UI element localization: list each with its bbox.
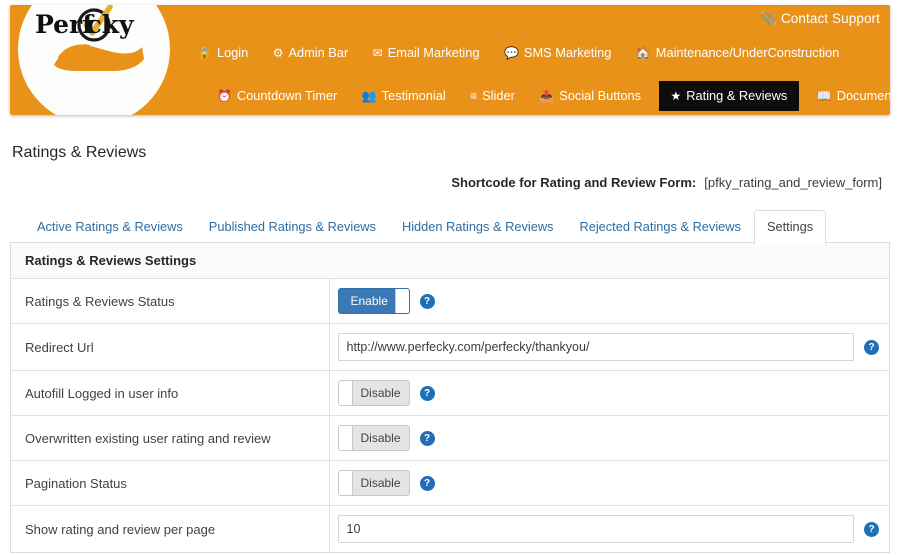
- help-icon[interactable]: ?: [864, 340, 879, 355]
- settings-section-header: Ratings & Reviews Settings: [11, 243, 889, 279]
- nav-item-label: SMS Marketing: [524, 45, 611, 60]
- toggle-knob: [339, 426, 353, 450]
- tab-bar: Active Ratings & ReviewsPublished Rating…: [10, 210, 890, 243]
- row-control-ratings-status: Enable ?: [329, 279, 889, 324]
- settings-section-title: Ratings & Reviews Settings: [11, 243, 889, 279]
- row-control-overwrite-existing: Disable ?: [329, 416, 889, 461]
- row-label-per-page: Show rating and review per page: [11, 506, 329, 553]
- row-control-per-page: ?: [329, 506, 889, 553]
- nav-item-login[interactable]: 🔒 Login: [190, 41, 255, 65]
- home-icon: 🏠: [636, 45, 651, 61]
- help-icon[interactable]: ?: [864, 522, 879, 537]
- sliders-icon: ≡: [470, 88, 477, 104]
- star-icon: ★: [671, 88, 682, 104]
- nav-item-label: Login: [217, 45, 248, 60]
- help-icon[interactable]: ?: [420, 386, 435, 401]
- paperclip-icon: 📎: [760, 11, 777, 26]
- page-root: Perfcky 📎 Contact Support 🔒 Login ⚙ Admin B…: [0, 5, 900, 555]
- nav-row-secondary: ⏰ Countdown Timer 👥 Testimonial ≡ Slider 📤 S…: [210, 81, 882, 111]
- help-icon[interactable]: ?: [420, 294, 435, 309]
- svg-text:Perfcky: Perfcky: [35, 10, 135, 39]
- nav-item-maintenance[interactable]: 🏠 Maintenance/UnderConstruction: [629, 41, 846, 65]
- toggle-autofill-logged-in-user-info[interactable]: Disable: [338, 380, 410, 406]
- nav-item-label: Testimonial: [382, 88, 446, 103]
- nav-row-primary: 🔒 Login ⚙ Admin Bar ✉ Email Marketing 💬 SMS …: [190, 41, 882, 65]
- toggle-knob: [339, 471, 353, 495]
- table-row: Ratings & Reviews Status Enable ?: [11, 279, 889, 324]
- nav-item-label: Rating & Reviews: [686, 88, 787, 103]
- table-row: Pagination Status Disable ?: [11, 461, 889, 506]
- shortcode-label: Shortcode for Rating and Review Form:: [451, 175, 696, 190]
- help-icon[interactable]: ?: [420, 431, 435, 446]
- help-icon[interactable]: ?: [420, 476, 435, 491]
- table-row: Show rating and review per page ?: [11, 506, 889, 553]
- nav-item-documentation[interactable]: 📖 Documentation: [810, 84, 890, 108]
- nav-item-slider[interactable]: ≡ Slider: [463, 84, 522, 108]
- perfecky-logo-icon: Perfcky: [18, 5, 170, 115]
- nav-item-label: Email Marketing: [388, 45, 480, 60]
- nav-item-label: Countdown Timer: [237, 88, 337, 103]
- row-control-redirect-url: ?: [329, 324, 889, 371]
- settings-panel: Ratings & Reviews Settings Ratings & Rev…: [10, 242, 890, 553]
- tab-rejected-ratings-reviews[interactable]: Rejected Ratings & Reviews: [566, 210, 753, 245]
- brand-logo[interactable]: Perfcky: [18, 5, 170, 115]
- clock-icon: ⏰: [217, 88, 232, 104]
- page-title: Ratings & Reviews: [12, 143, 890, 163]
- row-label-ratings-status: Ratings & Reviews Status: [11, 279, 329, 324]
- nav-item-label: Maintenance/UnderConstruction: [656, 45, 840, 60]
- row-label-redirect-url: Redirect Url: [11, 324, 329, 371]
- table-row: Overwritten existing user rating and rev…: [11, 416, 889, 461]
- nav-item-countdown-timer[interactable]: ⏰ Countdown Timer: [210, 84, 344, 108]
- contact-support-link[interactable]: 📎 Contact Support: [760, 11, 880, 27]
- share-icon: 📤: [539, 88, 554, 104]
- ratings-per-page-input[interactable]: [338, 515, 855, 543]
- nav-item-label: Admin Bar: [288, 45, 348, 60]
- plugin-header-bar: Perfcky 📎 Contact Support 🔒 Login ⚙ Admin B…: [10, 5, 890, 115]
- users-icon: 👥: [362, 88, 377, 104]
- shortcode-row: Shortcode for Rating and Review Form: [pf…: [10, 175, 890, 190]
- settings-table: Ratings & Reviews Settings Ratings & Rev…: [11, 243, 889, 552]
- row-label-overwrite-existing: Overwritten existing user rating and rev…: [11, 416, 329, 461]
- tab-active-ratings-reviews[interactable]: Active Ratings & Reviews: [24, 210, 196, 245]
- nav-item-social-buttons[interactable]: 📤 Social Buttons: [532, 84, 648, 108]
- nav-item-admin-bar[interactable]: ⚙ Admin Bar: [266, 41, 356, 65]
- nav-item-label: Social Buttons: [559, 88, 641, 103]
- comments-icon: 💬: [504, 45, 519, 61]
- row-control-autofill-user-info: Disable ?: [329, 371, 889, 416]
- nav-item-email-marketing[interactable]: ✉ Email Marketing: [366, 41, 487, 65]
- row-label-pagination-status: Pagination Status: [11, 461, 329, 506]
- nav-item-label: Slider: [482, 88, 515, 103]
- redirect-url-input[interactable]: [338, 333, 855, 361]
- toggle-overwritten-existing-user-rating[interactable]: Disable: [338, 425, 410, 451]
- toggle-knob: [339, 381, 353, 405]
- content-wrapper: Ratings & Reviews Shortcode for Rating a…: [0, 143, 900, 555]
- lock-icon: 🔒: [197, 45, 212, 61]
- tab-published-ratings-reviews[interactable]: Published Ratings & Reviews: [196, 210, 389, 245]
- nav-item-sms-marketing[interactable]: 💬 SMS Marketing: [497, 41, 618, 65]
- nav-item-rating-reviews[interactable]: ★ Rating & Reviews: [659, 81, 800, 111]
- gear-icon: ⚙: [273, 45, 284, 61]
- toggle-ratings-reviews-status[interactable]: Enable: [338, 288, 410, 314]
- nav-item-testimonial[interactable]: 👥 Testimonial: [355, 84, 453, 108]
- row-label-autofill-user-info: Autofill Logged in user info: [11, 371, 329, 416]
- envelope-icon: ✉: [373, 45, 383, 61]
- book-icon: 📖: [817, 88, 832, 104]
- tab-settings[interactable]: Settings: [754, 210, 826, 245]
- toggle-knob: [395, 289, 409, 313]
- contact-support-label: Contact Support: [781, 11, 880, 26]
- table-row: Redirect Url ?: [11, 324, 889, 371]
- nav-item-label: Documentation: [837, 88, 890, 103]
- shortcode-value[interactable]: [pfky_rating_and_review_form]: [704, 175, 882, 190]
- row-control-pagination-status: Disable ?: [329, 461, 889, 506]
- table-row: Autofill Logged in user info Disable ?: [11, 371, 889, 416]
- toggle-pagination-status[interactable]: Disable: [338, 470, 410, 496]
- tab-hidden-ratings-reviews[interactable]: Hidden Ratings & Reviews: [389, 210, 567, 245]
